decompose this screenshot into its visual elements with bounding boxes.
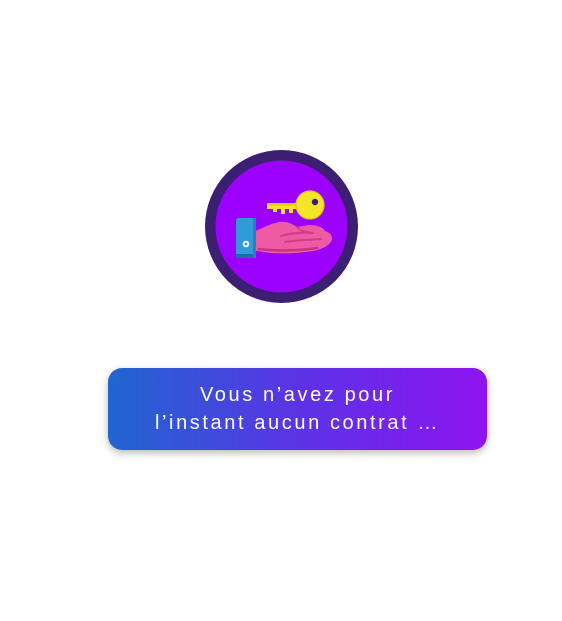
empty-contracts-screen: Vous n’avez pour l’instant aucun contrat… [0, 0, 562, 621]
empty-state-message-card: Vous n’avez pour l’instant aucun contrat… [108, 368, 487, 450]
hand-holding-key-icon [205, 150, 358, 303]
empty-state-message: Vous n’avez pour l’instant aucun contrat… [154, 384, 441, 434]
